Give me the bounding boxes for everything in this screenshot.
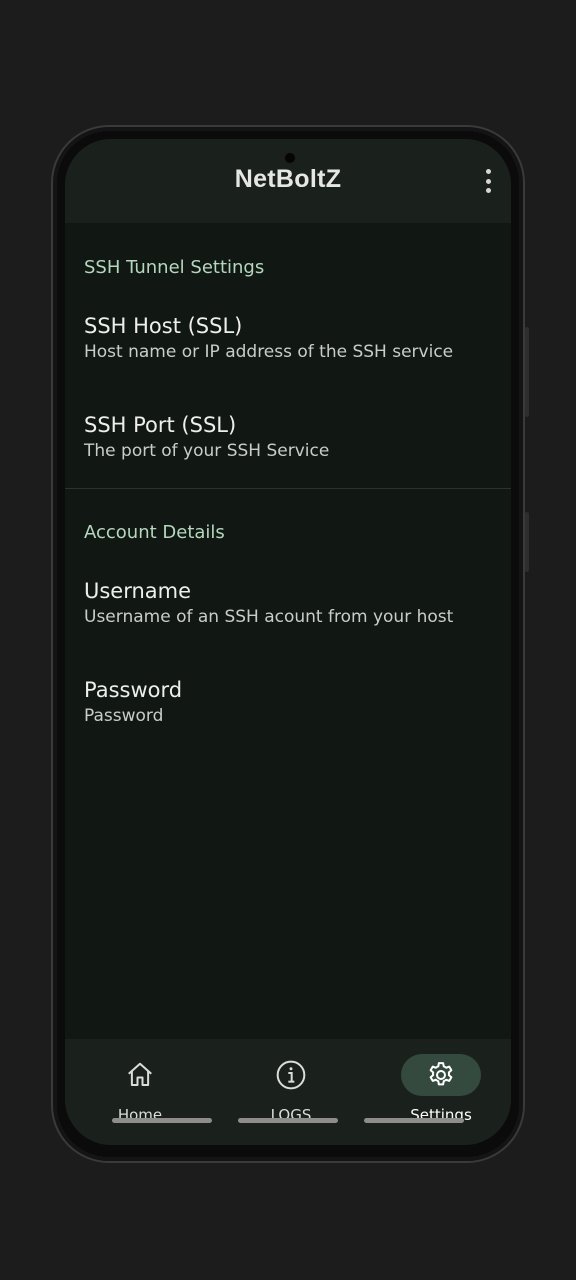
front-camera — [283, 151, 297, 165]
nav-home[interactable]: Home — [65, 1039, 215, 1139]
section-divider — [65, 488, 511, 489]
bottom-navigation: Home LOGS Settings — [65, 1039, 511, 1145]
nav-logs[interactable]: LOGS — [216, 1039, 366, 1139]
pref-title: SSH Host (SSL) — [84, 314, 243, 338]
more-vert-icon[interactable] — [483, 169, 493, 193]
phone-frame: NetBoltZ SSH Tunnel Settings SSH Host (S… — [51, 125, 529, 1163]
pref-ssh-port[interactable]: SSH Port (SSL) The port of your SSH Serv… — [84, 413, 495, 461]
pref-title: Username — [84, 579, 192, 603]
section-header-ssh-tunnel: SSH Tunnel Settings — [84, 257, 265, 278]
pref-title: SSH Port (SSL) — [84, 413, 237, 437]
pref-summary: Password — [84, 706, 164, 726]
pref-summary: The port of your SSH Service — [84, 441, 330, 461]
screen: NetBoltZ SSH Tunnel Settings SSH Host (S… — [65, 139, 511, 1145]
gesture-indicator — [112, 1118, 212, 1123]
power-button — [525, 512, 529, 572]
pref-ssh-host[interactable]: SSH Host (SSL) Host name or IP address o… — [84, 314, 495, 362]
gesture-indicator — [238, 1118, 338, 1123]
home-icon — [100, 1054, 180, 1096]
app-title: NetBoltZ — [234, 165, 342, 193]
section-header-account-details: Account Details — [84, 522, 225, 543]
gesture-indicator — [364, 1118, 464, 1123]
pref-title: Password — [84, 678, 183, 702]
pref-password[interactable]: Password Password — [84, 678, 495, 726]
gear-icon — [401, 1054, 481, 1096]
pref-username[interactable]: Username Username of an SSH acount from … — [84, 579, 495, 627]
pref-summary: Host name or IP address of the SSH servi… — [84, 342, 454, 362]
info-icon — [251, 1054, 331, 1096]
app-bar: NetBoltZ — [65, 139, 511, 223]
volume-button — [525, 327, 529, 417]
pref-summary: Username of an SSH acount from your host — [84, 607, 454, 627]
nav-settings[interactable]: Settings — [366, 1039, 511, 1139]
